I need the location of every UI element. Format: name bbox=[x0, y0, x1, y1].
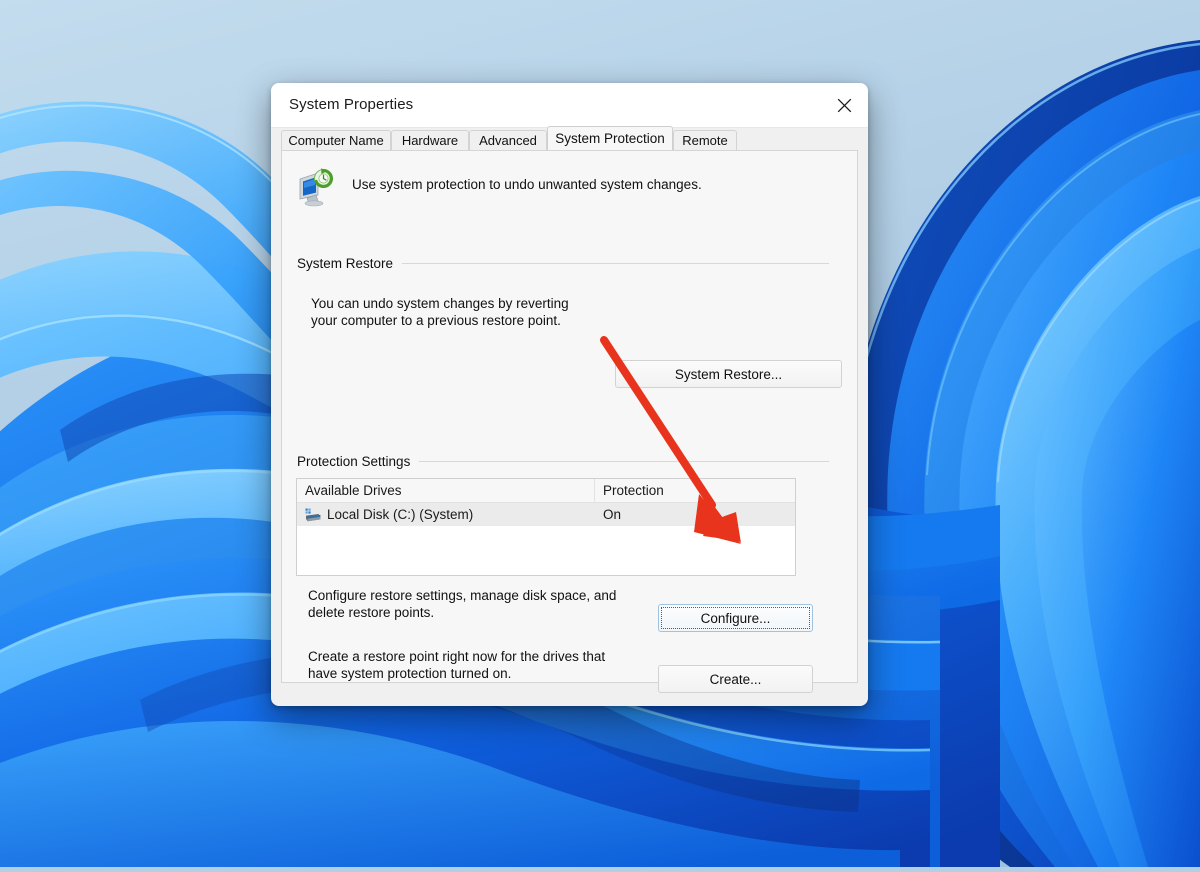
group-label: Protection Settings bbox=[297, 454, 411, 469]
tab-system-protection[interactable]: System Protection bbox=[547, 126, 673, 150]
tab-label: System Protection bbox=[555, 131, 665, 146]
description-line: You can undo system changes by reverting bbox=[311, 296, 569, 311]
tab-remote[interactable]: Remote bbox=[673, 130, 737, 150]
tab-label: Remote bbox=[682, 133, 728, 148]
tab-strip: Computer Name Hardware Advanced System P… bbox=[271, 126, 868, 150]
description-line: your computer to a previous restore poin… bbox=[311, 313, 561, 328]
button-label: Create... bbox=[709, 671, 762, 687]
description-line: Configure restore settings, manage disk … bbox=[308, 588, 617, 603]
tab-label: Hardware bbox=[401, 133, 459, 148]
page-header: Use system protection to undo unwanted s… bbox=[294, 165, 702, 207]
cell-drive-name: Local Disk (C:) (System) bbox=[297, 507, 595, 522]
cell-protection-state: On bbox=[603, 507, 622, 522]
table-row[interactable]: Local Disk (C:) (System) On bbox=[297, 503, 795, 526]
group-system-restore-header: System Restore bbox=[297, 256, 829, 271]
available-drives-table[interactable]: Available Drives Protection Local Disk (… bbox=[296, 478, 796, 576]
system-restore-description: You can undo system changes by reverting… bbox=[311, 295, 611, 329]
page-header-text: Use system protection to undo unwanted s… bbox=[352, 177, 702, 192]
dialog-title: System Properties bbox=[289, 96, 414, 113]
column-header-protection[interactable]: Protection bbox=[595, 479, 795, 502]
table-header-row: Available Drives Protection bbox=[297, 479, 795, 503]
group-divider bbox=[402, 263, 829, 264]
description-line: Create a restore point right now for the… bbox=[308, 649, 606, 664]
hard-disk-icon bbox=[305, 508, 321, 522]
tab-computer-name[interactable]: Computer Name bbox=[281, 130, 391, 150]
tab-hardware[interactable]: Hardware bbox=[391, 130, 469, 150]
button-label: Configure... bbox=[700, 610, 771, 626]
group-divider bbox=[419, 461, 829, 462]
close-icon[interactable] bbox=[821, 83, 868, 128]
tab-label: Computer Name bbox=[288, 133, 384, 148]
system-protection-page: Use system protection to undo unwanted s… bbox=[281, 150, 858, 693]
tab-advanced[interactable]: Advanced bbox=[469, 130, 547, 150]
create-description: Create a restore point right now for the… bbox=[308, 648, 648, 682]
create-button[interactable]: Create... bbox=[658, 665, 813, 693]
description-line: delete restore points. bbox=[308, 605, 435, 620]
system-restore-button[interactable]: System Restore... bbox=[615, 360, 842, 388]
system-properties-dialog: System Properties Computer Name Hardware… bbox=[271, 83, 868, 706]
system-restore-icon bbox=[294, 165, 336, 207]
tab-label: Advanced bbox=[479, 133, 537, 148]
configure-description: Configure restore settings, manage disk … bbox=[308, 587, 648, 621]
column-header-available-drives[interactable]: Available Drives bbox=[297, 479, 595, 502]
dialog-titlebar[interactable]: System Properties bbox=[271, 83, 868, 128]
configure-button[interactable]: Configure... bbox=[658, 604, 813, 632]
group-label: System Restore bbox=[297, 256, 394, 271]
drive-name-text: Local Disk (C:) (System) bbox=[327, 507, 474, 522]
group-protection-settings-header: Protection Settings bbox=[297, 454, 829, 469]
description-line: have system protection turned on. bbox=[308, 666, 512, 681]
button-label: System Restore... bbox=[674, 366, 783, 382]
